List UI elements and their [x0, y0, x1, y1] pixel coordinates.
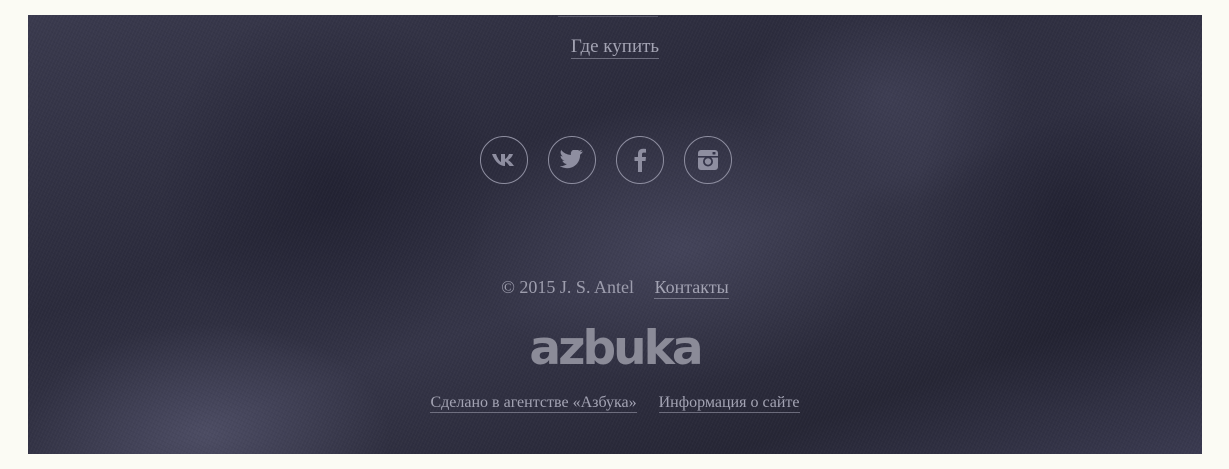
copyright-text: © 2015 J. S. Antel — [501, 277, 634, 297]
agency-link[interactable]: Сделано в агентстве «Азбука» — [430, 394, 637, 413]
site-info-link[interactable]: Информация о сайте — [658, 394, 800, 413]
cut-off-link-underline — [558, 15, 658, 17]
azbuka-logo[interactable]: azbuka — [28, 321, 1202, 376]
vk-icon — [492, 154, 514, 166]
twitter-icon — [560, 150, 583, 169]
where-to-buy-link[interactable]: Где купить — [570, 36, 660, 59]
page: Где купить © 2015 J. S. Antel Контакты a… — [0, 0, 1229, 469]
facebook-icon — [634, 148, 646, 172]
credits-row: Сделано в агентстве «Азбука» Информация … — [28, 394, 1202, 413]
copyright-row: © 2015 J. S. Antel Контакты — [28, 277, 1202, 299]
instagram-button[interactable] — [684, 136, 732, 184]
footer-panel: Где купить © 2015 J. S. Antel Контакты a… — [28, 15, 1202, 454]
instagram-icon — [698, 150, 718, 170]
facebook-button[interactable] — [616, 136, 664, 184]
twitter-button[interactable] — [548, 136, 596, 184]
social-links — [480, 136, 732, 184]
where-to-buy-row: Где купить — [28, 36, 1202, 59]
contacts-link[interactable]: Контакты — [654, 277, 729, 299]
vk-button[interactable] — [480, 136, 528, 184]
